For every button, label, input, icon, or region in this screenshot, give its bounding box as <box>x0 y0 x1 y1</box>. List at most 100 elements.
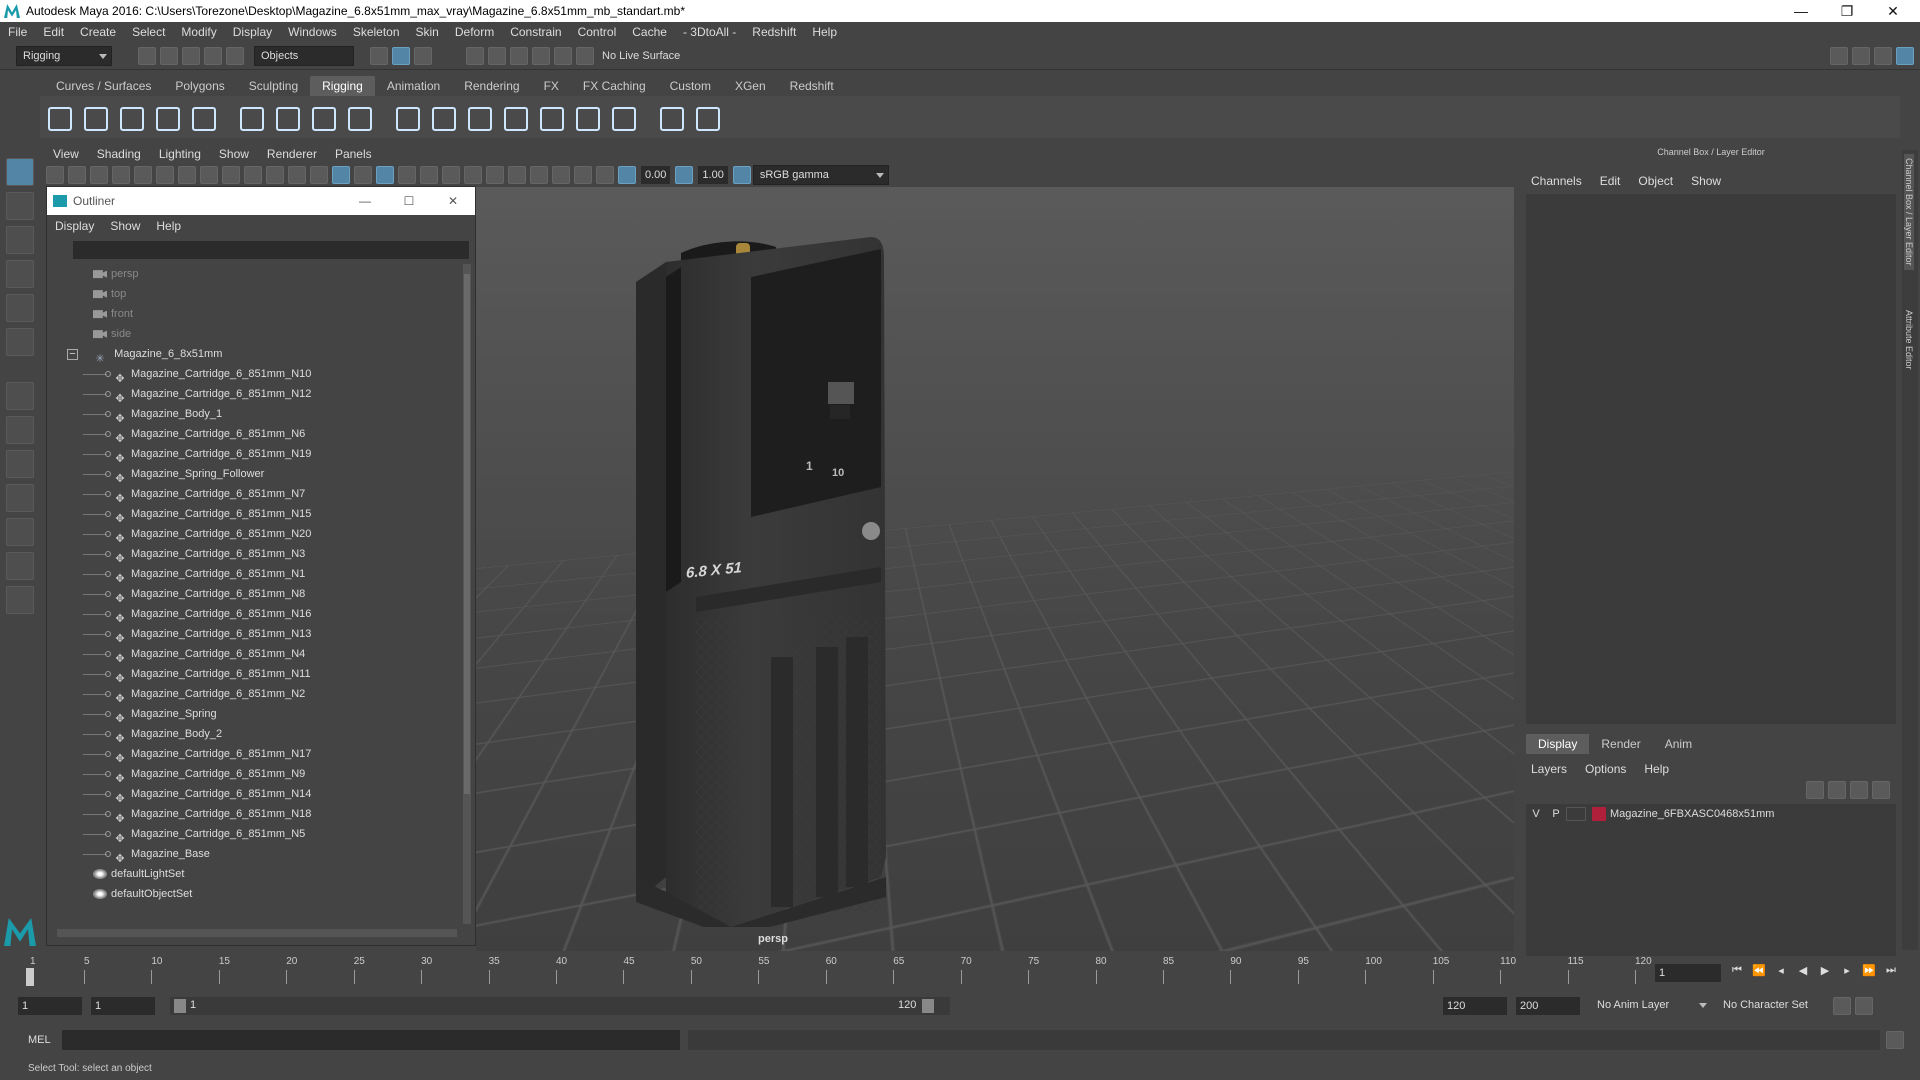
mode-selector[interactable]: Rigging <box>16 45 112 66</box>
channel-menu-edit[interactable]: Edit <box>1591 170 1630 192</box>
layer-type-toggle[interactable] <box>1566 807 1586 821</box>
maximize-button[interactable]: ❐ <box>1824 0 1870 22</box>
menu-create[interactable]: Create <box>72 22 124 42</box>
shelf-tab-fx-caching[interactable]: FX Caching <box>571 76 658 96</box>
orient-joint-icon[interactable] <box>188 103 216 131</box>
perspective-viewport[interactable]: 1 10 6.8 X 51 persp <box>476 187 1514 951</box>
paint-select-tool-icon[interactable] <box>6 226 34 254</box>
shelf-tab-rendering[interactable]: Rendering <box>452 76 531 96</box>
undo-icon[interactable] <box>204 46 222 65</box>
time-slider[interactable]: 1 5 10 15 20 25 30 35 40 45 50 55 60 65 70 75 80 85 90 95 1… <box>0 956 1920 988</box>
snap-view-icon[interactable] <box>532 46 550 65</box>
range-end-handle[interactable] <box>922 999 934 1013</box>
outliner-menu-show[interactable]: Show <box>102 215 148 237</box>
side-tab-attribute-editor[interactable]: Attribute Editor <box>1904 310 1914 370</box>
color-management-icon[interactable] <box>732 166 751 184</box>
menu-3dtoall[interactable]: - 3DtoAll - <box>675 22 744 42</box>
script-language-toggle[interactable]: MEL <box>0 1034 56 1046</box>
outliner-item-child[interactable]: ✥ Magazine_Base <box>53 844 461 865</box>
anim-layer-selector[interactable]: No Anim Layer <box>1591 996 1711 1016</box>
toggle-ui-icon[interactable] <box>1852 46 1870 65</box>
set-driven-key-icon[interactable] <box>692 103 720 131</box>
collapse-icon[interactable]: − <box>67 348 78 360</box>
layer-tab-display[interactable]: Display <box>1526 734 1590 754</box>
scale-tool-icon[interactable] <box>6 328 34 356</box>
auto-key-icon[interactable] <box>1833 997 1851 1015</box>
menu-modify[interactable]: Modify <box>173 22 224 42</box>
exposure-field[interactable]: 0.00 <box>641 166 671 184</box>
outliner-item-child[interactable]: ✥ Magazine_Cartridge_6_851mm_N14 <box>53 784 461 805</box>
outliner-item-child[interactable]: ✥ Magazine_Body_1 <box>53 404 461 425</box>
hypershade-layout-icon[interactable] <box>6 586 34 614</box>
menu-redshift[interactable]: Redshift <box>744 22 804 42</box>
menu-display[interactable]: Display <box>225 22 280 42</box>
motion-blur-icon[interactable] <box>486 166 504 184</box>
channel-box-content[interactable] <box>1526 194 1896 724</box>
menu-deform[interactable]: Deform <box>447 22 502 42</box>
menu-cache[interactable]: Cache <box>624 22 675 42</box>
smooth-shade-icon[interactable] <box>332 166 350 184</box>
shelf-tab-custom[interactable]: Custom <box>658 76 723 96</box>
menu-constrain[interactable]: Constrain <box>502 22 569 42</box>
new-layer-icon[interactable] <box>1850 781 1868 799</box>
shelf-tab-redshift[interactable]: Redshift <box>778 76 846 96</box>
redo-icon[interactable] <box>226 46 244 65</box>
outliner-item-child[interactable]: ✥ Magazine_Cartridge_6_851mm_N6 <box>53 424 461 445</box>
channel-box-toggle-icon[interactable] <box>1896 46 1914 65</box>
menu-select[interactable]: Select <box>124 22 173 42</box>
depth-of-field-icon[interactable] <box>530 166 548 184</box>
new-scene-icon[interactable] <box>138 46 156 65</box>
menu-file[interactable]: File <box>0 22 35 42</box>
outliner-minimize-icon[interactable]: — <box>343 194 387 208</box>
outliner-item-child[interactable]: ✥ Magazine_Cartridge_6_851mm_N4 <box>53 644 461 665</box>
step-forward-frame-icon[interactable]: ▸ <box>1839 964 1855 978</box>
step-back-key-icon[interactable]: ⏪ <box>1751 964 1767 978</box>
grid-toggle-icon[interactable] <box>178 166 196 184</box>
panel-menu-panels[interactable]: Panels <box>326 144 381 164</box>
channel-menu-channels[interactable]: Channels <box>1522 170 1591 192</box>
lights-icon[interactable] <box>420 166 438 184</box>
playback-end-field[interactable]: 120 <box>1443 997 1507 1015</box>
playback-start-field[interactable]: 1 <box>91 997 155 1015</box>
outliner-item-child[interactable]: ✥ Magazine_Cartridge_6_851mm_N16 <box>53 604 461 625</box>
character-set-selector[interactable]: No Character Set <box>1717 996 1831 1016</box>
outliner-item-child[interactable]: ✥ Magazine_Cartridge_6_851mm_N17 <box>53 744 461 765</box>
menu-help[interactable]: Help <box>804 22 845 42</box>
layer-menu-help[interactable]: Help <box>1635 758 1678 780</box>
outliner-item-default-object-set[interactable]: defaultObjectSet <box>53 884 461 904</box>
open-scene-icon[interactable] <box>160 46 178 65</box>
shelf-tab-rigging[interactable]: Rigging <box>310 76 375 96</box>
outliner-item-child[interactable]: ✥ Magazine_Cartridge_6_851mm_N15 <box>53 504 461 525</box>
outliner-item-child[interactable]: ✥ Magazine_Cartridge_6_851mm_N19 <box>53 444 461 465</box>
menu-windows[interactable]: Windows <box>280 22 345 42</box>
render-view-icon[interactable] <box>1830 46 1848 65</box>
rotate-tool-icon[interactable] <box>6 294 34 322</box>
layer-tab-render[interactable]: Render <box>1589 734 1652 754</box>
menu-edit[interactable]: Edit <box>35 22 72 42</box>
step-back-frame-icon[interactable]: ◂ <box>1773 964 1789 978</box>
ik-spline-icon[interactable] <box>116 103 144 131</box>
camera-attributes-icon[interactable] <box>68 166 86 184</box>
step-forward-key-icon[interactable]: ⏩ <box>1861 964 1877 978</box>
move-layer-up-icon[interactable] <box>1806 781 1824 799</box>
two-pane-layout-icon[interactable] <box>6 450 34 478</box>
select-by-object-icon[interactable] <box>392 46 410 65</box>
current-frame-field[interactable]: 1 <box>1655 964 1721 982</box>
outliner-item-child[interactable]: ✥ Magazine_Cartridge_6_851mm_N10 <box>53 364 461 385</box>
pole-vector-icon[interactable] <box>608 103 636 131</box>
single-pane-layout-icon[interactable] <box>6 382 34 410</box>
animation-start-field[interactable]: 1 <box>18 997 82 1015</box>
outliner-item-persp[interactable]: persp <box>53 264 461 284</box>
aim-constraint-icon[interactable] <box>464 103 492 131</box>
default-material-icon[interactable] <box>354 166 372 184</box>
move-tool-icon[interactable] <box>6 260 34 288</box>
layer-color-swatch[interactable] <box>1592 807 1606 821</box>
anim-preferences-icon[interactable] <box>1855 997 1873 1015</box>
dope-sheet-layout-icon[interactable] <box>6 552 34 580</box>
menu-skin[interactable]: Skin <box>408 22 447 42</box>
live-surface-label[interactable]: No Live Surface <box>596 50 686 62</box>
anti-alias-icon[interactable] <box>508 166 526 184</box>
grease-pencil-icon[interactable] <box>156 166 174 184</box>
bind-skin-icon[interactable] <box>392 103 420 131</box>
view-transform-selector[interactable]: sRGB gamma <box>752 165 889 185</box>
